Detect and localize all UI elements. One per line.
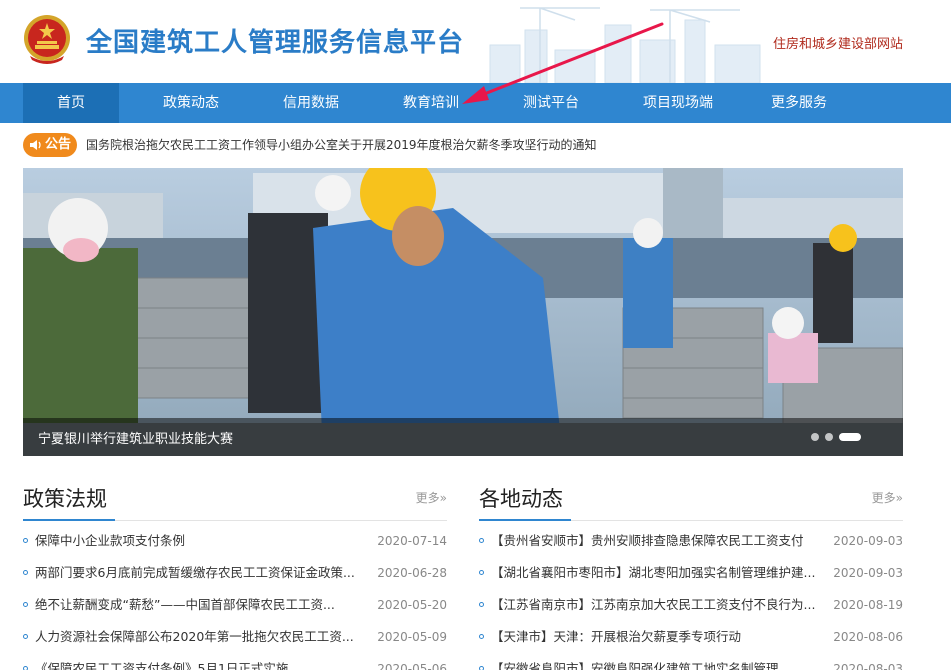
nav-item-education-training[interactable]: 教育培训: [383, 83, 479, 123]
notice-link[interactable]: 国务院根治拖欠农民工工资工作领导小组办公室关于开展2019年度根治欠薪冬季攻坚行…: [86, 136, 597, 153]
news-date: 2020-09-03: [833, 534, 903, 548]
notice-badge-label: 公告: [45, 137, 72, 152]
notice-bar: 公告 国务院根治拖欠农民工工资工作领导小组办公室关于开展2019年度根治欠薪冬季…: [23, 132, 903, 158]
bullet-icon: [23, 538, 28, 543]
bullet-icon: [479, 602, 484, 607]
news-title[interactable]: 人力资源社会保障部公布2020年第一批拖欠农民工工资...: [35, 627, 365, 647]
list-item: 【安徽省阜阳市】安徽阜阳强化建筑工地实名制管理 2020-08-03: [479, 658, 903, 670]
nav-item-project-site[interactable]: 项目现场端: [623, 83, 733, 123]
news-title[interactable]: 【贵州省安顺市】贵州安顺排查隐患保障农民工工资支付: [491, 531, 821, 551]
hero-banner[interactable]: 宁夏银川举行建筑业职业技能大赛: [23, 168, 903, 456]
list-item: 保障中小企业款项支付条例 2020-07-14: [23, 530, 447, 562]
list-item: 【江苏省南京市】江苏南京加大农民工工资支付不良行为... 2020-08-19: [479, 594, 903, 626]
site-header: 全国建筑工人管理服务信息平台 住房和城乡建设部网站: [0, 0, 951, 83]
banner-caption[interactable]: 宁夏银川举行建筑业职业技能大赛: [38, 428, 233, 447]
news-date: 2020-05-20: [377, 598, 447, 612]
regional-news-list: 【贵州省安顺市】贵州安顺排查隐患保障农民工工资支付 2020-09-03 【湖北省…: [479, 530, 903, 670]
policy-news-list: 保障中小企业款项支付条例 2020-07-14 两部门要求6月底前完成暂缓缴存农民…: [23, 530, 447, 670]
news-title[interactable]: 【湖北省襄阳市枣阳市】湖北枣阳加强实名制管理维护建...: [491, 563, 821, 583]
carousel-indicators: [811, 433, 871, 441]
news-title[interactable]: 保障中小企业款项支付条例: [35, 531, 365, 551]
list-item: 人力资源社会保障部公布2020年第一批拖欠农民工工资... 2020-05-09: [23, 626, 447, 658]
regional-more-link[interactable]: 更多»: [872, 489, 903, 506]
bullet-icon: [23, 666, 28, 670]
news-date: 2020-09-03: [833, 566, 903, 580]
news-title[interactable]: 《保障农民工工资支付条例》5月1日正式实施: [35, 659, 365, 670]
news-date: 2020-08-06: [833, 630, 903, 644]
main-nav: 首页 政策动态 信用数据 教育培训 测试平台 项目现场端 更多服务: [0, 83, 951, 123]
bullet-icon: [479, 666, 484, 670]
nav-item-credit-data[interactable]: 信用数据: [263, 83, 359, 123]
carousel-dot-2[interactable]: [825, 433, 833, 441]
news-title[interactable]: 两部门要求6月底前完成暂缓缴存农民工工资保证金政策...: [35, 563, 365, 583]
news-date: 2020-08-19: [833, 598, 903, 612]
section-title-regional: 各地动态: [479, 487, 563, 511]
bullet-icon: [479, 634, 484, 639]
bullet-icon: [23, 602, 28, 607]
nav-item-policy-news[interactable]: 政策动态: [143, 83, 239, 123]
nav-item-test-platform[interactable]: 测试平台: [503, 83, 599, 123]
carousel-dot-3[interactable]: [839, 433, 861, 441]
news-date: 2020-05-09: [377, 630, 447, 644]
news-date: 2020-05-06: [377, 662, 447, 670]
news-title[interactable]: 绝不让薪酬变成“薪愁”——中国首部保障农民工工资...: [35, 595, 365, 615]
bullet-icon: [23, 570, 28, 575]
news-date: 2020-07-14: [377, 534, 447, 548]
skyline-decoration: [489, 7, 761, 83]
banner-photo: [23, 168, 903, 456]
list-item: 【贵州省安顺市】贵州安顺排查隐患保障农民工工资支付 2020-09-03: [479, 530, 903, 562]
speaker-icon: [30, 140, 41, 150]
bullet-icon: [479, 538, 484, 543]
news-date: 2020-06-28: [377, 566, 447, 580]
banner-caption-bar: 宁夏银川举行建筑业职业技能大赛: [23, 418, 903, 456]
policy-more-link[interactable]: 更多»: [416, 489, 447, 506]
bullet-icon: [479, 570, 484, 575]
news-title[interactable]: 【天津市】天津：开展根治欠薪夏季专项行动: [491, 627, 821, 647]
notice-badge: 公告: [23, 133, 77, 157]
list-item: 两部门要求6月底前完成暂缓缴存农民工工资保证金政策... 2020-06-28: [23, 562, 447, 594]
nav-item-more-services[interactable]: 更多服务: [751, 83, 847, 123]
section-title-policy: 政策法规: [23, 487, 107, 511]
section-underline: [23, 519, 115, 521]
national-emblem-icon: [24, 15, 70, 64]
list-item: 【天津市】天津：开展根治欠薪夏季专项行动 2020-08-06: [479, 626, 903, 658]
list-item: 《保障农民工工资支付条例》5月1日正式实施 2020-05-06: [23, 658, 447, 670]
site-title: 全国建筑工人管理服务信息平台: [86, 28, 465, 58]
section-underline: [479, 519, 571, 521]
news-title[interactable]: 【江苏省南京市】江苏南京加大农民工工资支付不良行为...: [491, 595, 821, 615]
news-date: 2020-08-03: [833, 662, 903, 670]
news-title[interactable]: 【安徽省阜阳市】安徽阜阳强化建筑工地实名制管理: [491, 659, 821, 670]
ministry-website-link[interactable]: 住房和城乡建设部网站: [773, 33, 903, 52]
nav-item-home[interactable]: 首页: [23, 83, 119, 123]
carousel-dot-1[interactable]: [811, 433, 819, 441]
bullet-icon: [23, 634, 28, 639]
list-item: 【湖北省襄阳市枣阳市】湖北枣阳加强实名制管理维护建... 2020-09-03: [479, 562, 903, 594]
list-item: 绝不让薪酬变成“薪愁”——中国首部保障农民工工资... 2020-05-20: [23, 594, 447, 626]
